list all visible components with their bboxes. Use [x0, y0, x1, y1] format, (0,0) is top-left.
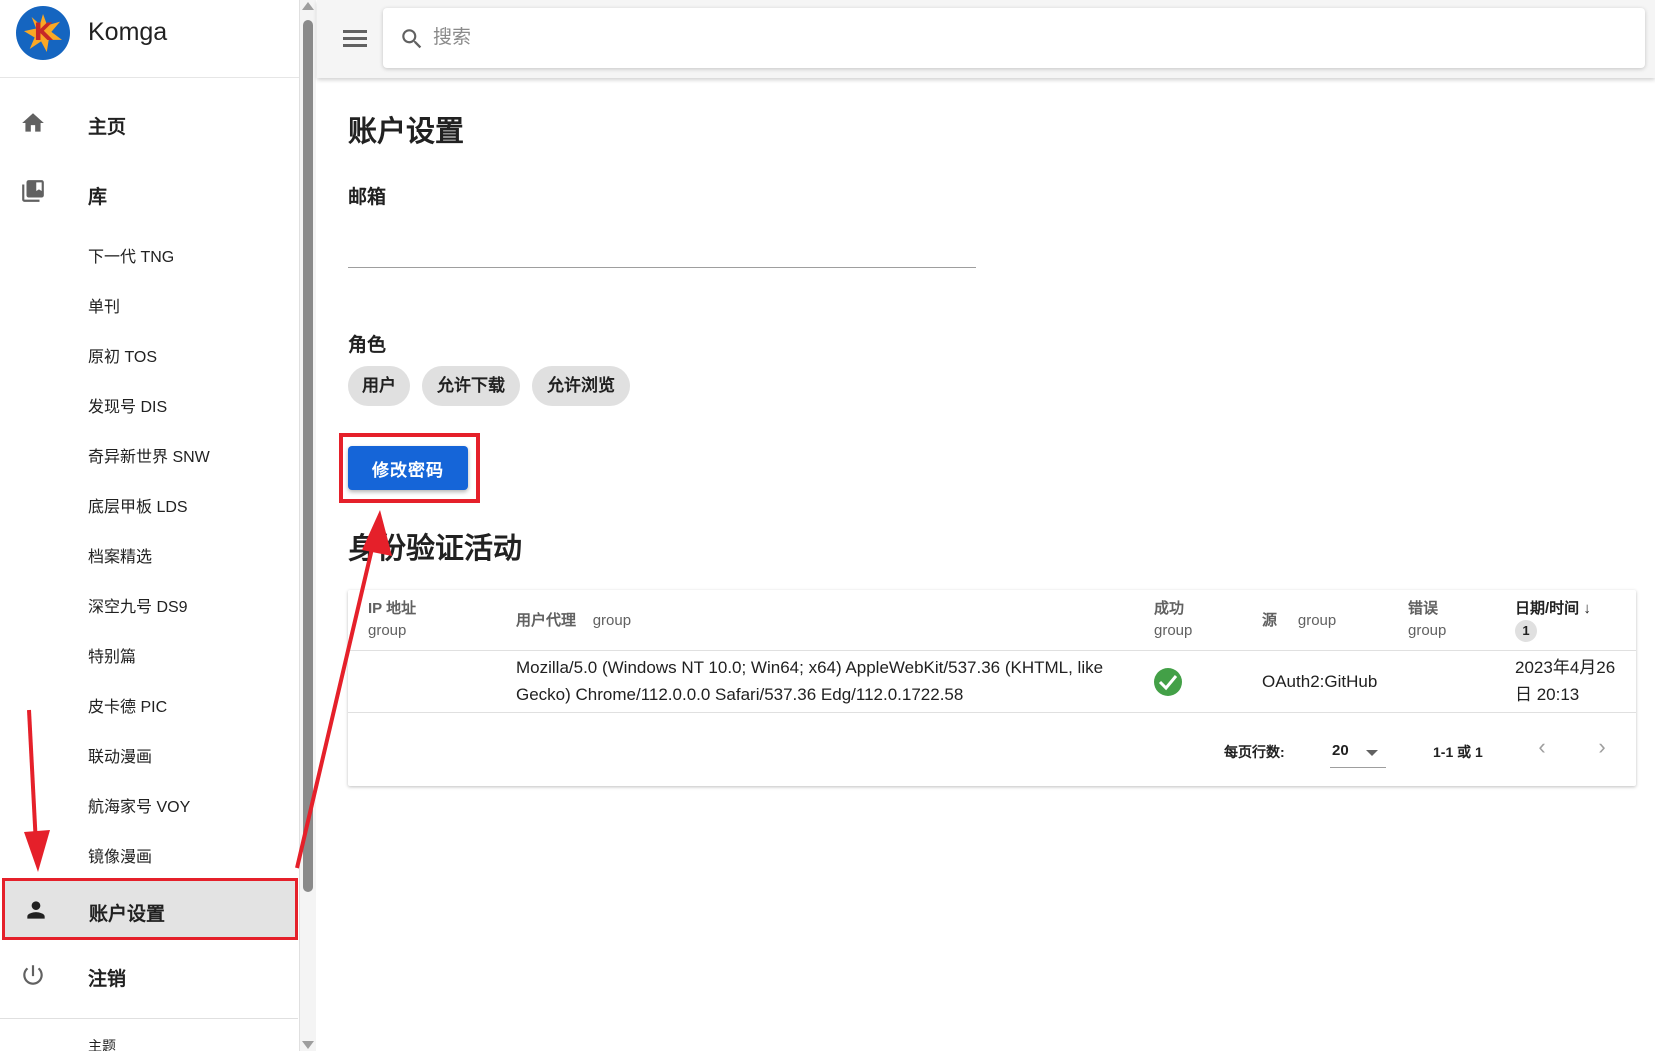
column-header-error[interactable]: 错误 group [1408, 598, 1446, 642]
column-header-user-agent[interactable]: 用户代理 group [516, 610, 631, 632]
change-password-button[interactable]: 修改密码 [348, 446, 468, 490]
cell-user-agent: Mozilla/5.0 (Windows NT 10.0; Win64; x64… [516, 658, 1104, 704]
group-label: group [1297, 612, 1337, 629]
library-item[interactable]: 底层甲板 LDS [88, 493, 188, 517]
nav-item-account-settings[interactable]: 账户设置 [2, 878, 298, 940]
library-item[interactable]: 航海家号 VOY [88, 793, 190, 817]
role-chip: 允许浏览 [532, 366, 630, 406]
library-item[interactable]: 原初 TOS [88, 343, 157, 367]
library-item[interactable]: 皮卡德 PIC [88, 693, 167, 717]
email-label: 邮箱 [348, 187, 387, 208]
group-label: group [592, 612, 632, 629]
navigation-drawer: K Komga 主页 库 下一代 TNG 单刊 原初 TOS 发现号 DIS 奇… [0, 0, 300, 1051]
home-icon [22, 113, 44, 132]
section-title-auth-activity: 身份验证活动 [348, 533, 523, 565]
sidebar-scroll-thumb[interactable] [303, 20, 313, 892]
search-input[interactable] [433, 22, 1623, 54]
sort-order-badge: 1 [1515, 620, 1537, 642]
library-item[interactable]: 特别篇 [88, 643, 136, 667]
app-bar [317, 0, 1655, 78]
role-chip: 允许下载 [422, 366, 520, 406]
account-icon [27, 901, 45, 919]
nav-item-libraries[interactable]: 库 [0, 168, 298, 216]
nav-item-logout[interactable]: 注销 [0, 952, 298, 1000]
header-divider [348, 650, 1636, 651]
group-label: group [368, 622, 407, 639]
library-item[interactable]: 镜像漫画 [88, 843, 152, 867]
cell-datetime: 2023年4月26 日 20:13 [1515, 658, 1616, 704]
app-name: Komga [88, 18, 168, 46]
group-label: group [1154, 622, 1193, 639]
library-item[interactable]: 档案精选 [88, 543, 152, 567]
power-icon [23, 965, 43, 985]
library-item[interactable]: 联动漫画 [88, 743, 152, 767]
row-divider [348, 712, 1636, 713]
nav-item-home[interactable]: 主页 [0, 100, 298, 148]
sidebar-divider [0, 1018, 298, 1019]
column-header-ip[interactable]: IP 地址 group [368, 598, 416, 642]
nav-label-home: 主页 [88, 117, 127, 138]
email-field[interactable] [348, 230, 976, 268]
role-chip: 用户 [348, 366, 410, 406]
library-item[interactable]: 单刊 [88, 293, 120, 317]
library-item[interactable]: 发现号 DIS [88, 393, 167, 417]
auth-activity-table: IP 地址 group 用户代理 group 成功 group 源 group … [348, 590, 1636, 786]
group-label: group [1408, 622, 1447, 639]
roles-label: 角色 [348, 335, 387, 356]
scroll-down-icon[interactable] [302, 1041, 314, 1049]
rows-per-page-label: 每页行数: [1224, 744, 1285, 760]
library-item[interactable]: 奇异新世界 SNW [88, 443, 210, 467]
dropdown-caret-icon [1366, 750, 1378, 756]
cell-source: OAuth2:GitHub [1262, 672, 1378, 691]
chevron-left-icon[interactable]: ‹ [1530, 736, 1554, 760]
search-box [383, 8, 1645, 68]
column-header-datetime[interactable]: 日期/时间 ↓ 1 [1515, 598, 1591, 642]
komga-logo: K [16, 6, 70, 60]
nav-label-libraries: 库 [88, 187, 108, 208]
nav-label-account: 账户设置 [89, 904, 166, 925]
chevron-right-icon[interactable]: › [1590, 736, 1614, 760]
rows-per-page-select[interactable]: 20 [1330, 736, 1386, 768]
page-title: 账户设置 [348, 116, 465, 148]
brand-header[interactable]: K Komga [0, 0, 299, 78]
library-item[interactable]: 深空九号 DS9 [88, 593, 188, 617]
scroll-up-icon[interactable] [302, 2, 314, 10]
library-item[interactable]: 下一代 TNG [88, 243, 174, 267]
column-header-source[interactable]: 源 group [1262, 610, 1336, 632]
check-circle-icon [1154, 668, 1182, 696]
column-header-success[interactable]: 成功 group [1154, 598, 1192, 642]
pagination-range: 1-1 或 1 [1433, 744, 1483, 760]
menu-icon[interactable] [341, 24, 369, 52]
theme-label: 主题 [88, 1038, 116, 1051]
search-icon [402, 29, 422, 49]
nav-label-logout: 注销 [88, 969, 127, 990]
library-icon [22, 180, 44, 202]
